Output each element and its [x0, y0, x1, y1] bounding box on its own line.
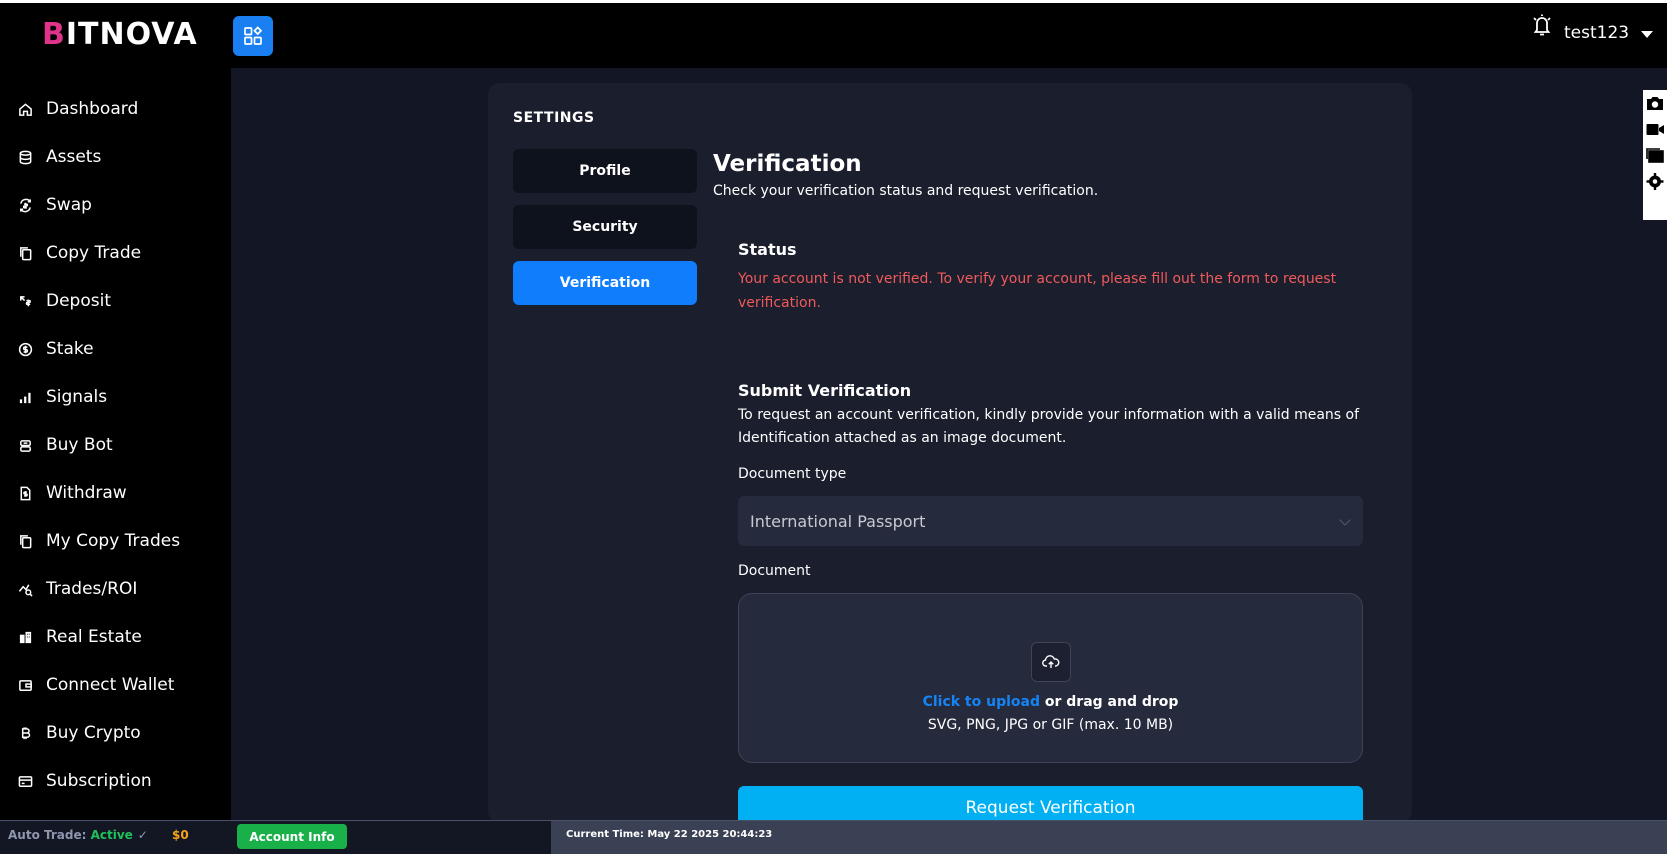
status-message: Your account is not verified. To verify …	[738, 271, 1337, 311]
page-title: Verification	[713, 151, 862, 177]
card-icon	[17, 773, 33, 789]
gear-icon[interactable]	[1645, 172, 1665, 191]
swap-icon	[17, 197, 33, 213]
signal-bars-icon	[17, 389, 33, 405]
copy-icon	[17, 245, 33, 261]
sidebar-item-buy-crypto[interactable]: Buy Crypto	[0, 709, 231, 757]
database-icon	[17, 149, 33, 165]
submit-heading: Submit Verification	[738, 381, 912, 400]
current-time: Current Time: May 22 2025 20:44:23	[566, 829, 773, 840]
auto-trade-label: Auto Trade:	[8, 828, 91, 842]
sidebar-item-real-estate[interactable]: Real Estate	[0, 613, 231, 661]
deposit-icon	[17, 293, 33, 309]
document-type-value: International Passport	[750, 511, 926, 531]
status-footer: Auto Trade: Active ✓ $0 Account Info Curr…	[0, 820, 1667, 854]
brand-logo[interactable]: BITNOVA	[42, 17, 198, 52]
sidebar-item-label: Stake	[46, 339, 94, 359]
chevron-down-icon	[1641, 30, 1654, 38]
screenshot-camera-icon[interactable]	[1645, 94, 1665, 113]
sidebar: BITNOVA Dashboard Assets Swap Copy Trade…	[0, 3, 231, 820]
sidebar-item-label: Connect Wallet	[46, 675, 175, 695]
logo-text: ITNOVA	[65, 17, 198, 52]
document-dropzone[interactable]: Click to upload or drag and drop SVG, PN…	[738, 593, 1363, 763]
sidebar-item-label: Real Estate	[46, 627, 142, 647]
sidebar-item-connect-wallet[interactable]: Connect Wallet	[0, 661, 231, 709]
sidebar-item-label: Buy Bot	[46, 435, 113, 455]
tab-verification[interactable]: Verification	[513, 261, 697, 305]
sidebar-item-swap[interactable]: Swap	[0, 181, 231, 229]
click-to-upload-link[interactable]: Click to upload	[923, 694, 1040, 710]
settings-heading: SETTINGS	[513, 110, 595, 126]
copy-icon	[17, 533, 33, 549]
sidebar-item-label: Withdraw	[46, 483, 127, 503]
auto-trade-value: Active	[90, 828, 133, 842]
sidebar-item-label: Dashboard	[46, 99, 139, 119]
sidebar-item-stake[interactable]: Stake	[0, 325, 231, 373]
status-heading: Status	[738, 240, 797, 259]
document-type-label: Document type	[738, 466, 847, 482]
check-icon: ✓	[137, 828, 148, 842]
sidebar-item-label: Assets	[46, 147, 102, 167]
sidebar-item-my-copy-trades[interactable]: My Copy Trades	[0, 517, 231, 565]
withdraw-doc-icon	[17, 485, 33, 501]
windows-icon[interactable]	[1645, 146, 1665, 165]
grid-icon	[244, 26, 263, 45]
sidebar-item-label: Signals	[46, 387, 108, 407]
wallet-icon	[17, 677, 33, 693]
app-window: BITNOVA Dashboard Assets Swap Copy Trade…	[0, 3, 1667, 854]
submit-description: To request an account verification, kind…	[738, 407, 1360, 446]
apps-menu-button[interactable]	[233, 16, 273, 56]
building-icon	[17, 629, 33, 645]
dollar-circle-icon	[17, 341, 33, 357]
sidebar-nav: Dashboard Assets Swap Copy Trade Deposit…	[0, 85, 231, 805]
sidebar-item-copy-trade[interactable]: Copy Trade	[0, 229, 231, 277]
bitcoin-icon	[17, 725, 33, 741]
sidebar-item-trades-roi[interactable]: Trades/ROI	[0, 565, 231, 613]
settings-card: SETTINGS Profile Security Verification V…	[488, 83, 1412, 830]
footer-left-panel: Auto Trade: Active ✓ $0 Account Info	[0, 821, 551, 854]
sidebar-item-subscription[interactable]: Subscription	[0, 757, 231, 805]
sidebar-item-label: Copy Trade	[46, 243, 142, 263]
auto-trade-status: Auto Trade: Active ✓	[8, 828, 148, 842]
tab-profile[interactable]: Profile	[513, 149, 697, 193]
balance-amount: $0	[172, 828, 189, 842]
upload-instruction: Click to upload or drag and drop	[739, 694, 1362, 710]
sidebar-item-deposit[interactable]: Deposit	[0, 277, 231, 325]
sidebar-item-label: Deposit	[46, 291, 111, 311]
bot-icon	[17, 437, 33, 453]
home-icon	[17, 101, 33, 117]
tab-security[interactable]: Security	[513, 205, 697, 249]
sidebar-item-label: Subscription	[46, 771, 152, 791]
recorder-dock	[1643, 90, 1667, 220]
sidebar-item-label: My Copy Trades	[46, 531, 181, 551]
logo-letter: B	[42, 17, 66, 52]
username: test123	[1564, 23, 1630, 43]
sidebar-item-label: Swap	[46, 195, 92, 215]
video-camera-icon[interactable]	[1645, 120, 1665, 139]
sidebar-item-assets[interactable]: Assets	[0, 133, 231, 181]
document-type-select[interactable]: International Passport	[738, 496, 1363, 546]
top-bar: test123	[231, 3, 1667, 68]
notification-bell-icon[interactable]	[1531, 13, 1553, 37]
document-label: Document	[738, 563, 811, 579]
upload-cloud-icon	[1031, 642, 1071, 682]
drag-drop-text: or drag and drop	[1040, 694, 1179, 710]
upload-hint: SVG, PNG, JPG or GIF (max. 10 MB)	[927, 717, 1174, 733]
sidebar-item-label: Buy Crypto	[46, 723, 141, 743]
sidebar-item-withdraw[interactable]: Withdraw	[0, 469, 231, 517]
page-subtitle: Check your verification status and reque…	[713, 183, 1099, 199]
sidebar-item-label: Trades/ROI	[46, 579, 138, 599]
chevron-down-icon	[1339, 514, 1351, 526]
sidebar-item-signals[interactable]: Signals	[0, 373, 231, 421]
sidebar-item-dashboard[interactable]: Dashboard	[0, 85, 231, 133]
trend-icon	[17, 581, 33, 597]
user-menu[interactable]: test123	[1564, 23, 1654, 43]
sidebar-item-buy-bot[interactable]: Buy Bot	[0, 421, 231, 469]
account-info-button[interactable]: Account Info	[237, 824, 347, 849]
